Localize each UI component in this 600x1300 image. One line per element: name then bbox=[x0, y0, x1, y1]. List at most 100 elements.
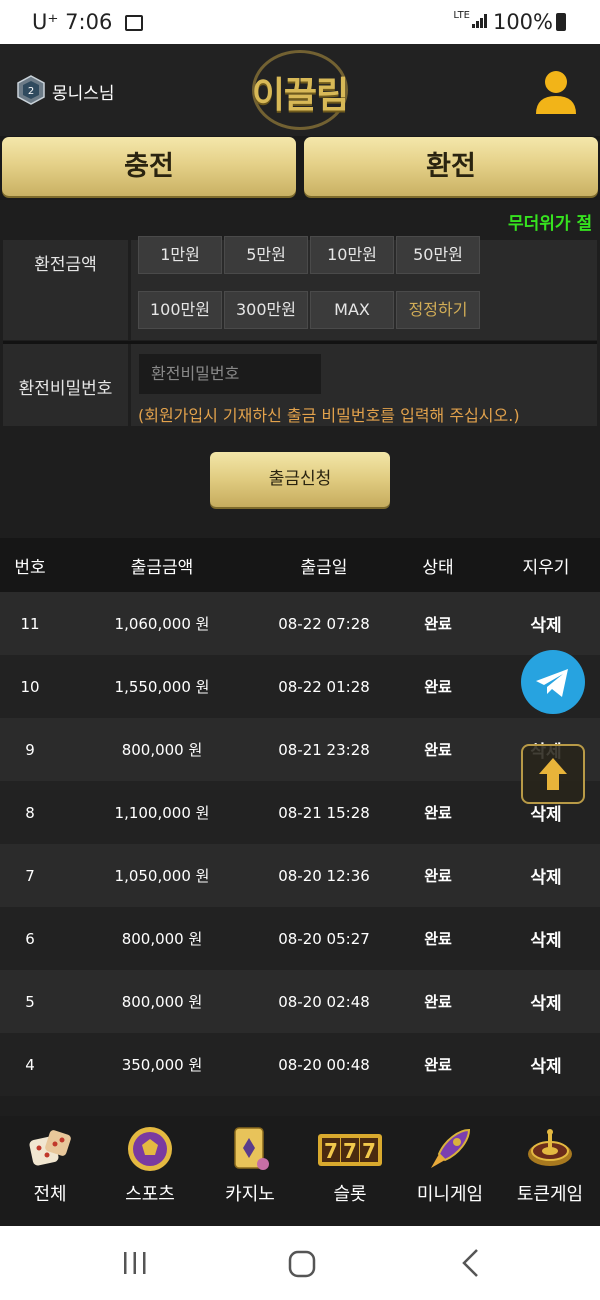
row-status: 완료 bbox=[424, 741, 452, 759]
row-amount: 1,060,000 원 bbox=[114, 615, 210, 633]
signal-icon bbox=[472, 14, 488, 32]
home-icon[interactable] bbox=[288, 1250, 316, 1278]
table-row: 8 1,100,000 원 08-21 15:28 완료 삭제 bbox=[0, 781, 600, 844]
row-status: 완료 bbox=[424, 804, 452, 822]
table-row: 4 350,000 원 08-20 00:48 완료 삭제 bbox=[0, 1033, 600, 1096]
amount-button-10k[interactable]: 1만원 bbox=[138, 236, 222, 274]
row-number: 8 bbox=[25, 803, 35, 822]
gallery-notification-icon bbox=[125, 15, 144, 31]
telegram-icon bbox=[536, 669, 568, 697]
password-label-cell: 환전비밀번호 bbox=[3, 344, 128, 426]
header-delete: 지우기 bbox=[522, 557, 570, 578]
carrier-label: U⁺ bbox=[32, 10, 59, 34]
arrow-up-icon bbox=[539, 758, 567, 790]
amount-label-cell: 환전금액 bbox=[3, 240, 128, 340]
tab-exchange[interactable]: 환전 bbox=[304, 137, 598, 196]
row-delete-button[interactable]: 삭제 bbox=[492, 907, 600, 970]
table-row: 6 800,000 원 08-20 05:27 완료 삭제 bbox=[0, 907, 600, 970]
table-row: 5 800,000 원 08-20 02:48 완료 삭제 bbox=[0, 970, 600, 1033]
row-date: 08-20 05:27 bbox=[278, 929, 370, 948]
password-label: 환전비밀번호 bbox=[18, 379, 113, 399]
rank-badge-icon: 2 bbox=[17, 75, 45, 105]
table-row: 7 1,050,000 원 08-20 12:36 완료 삭제 bbox=[0, 844, 600, 907]
nav-sports[interactable]: 스포츠 bbox=[100, 1116, 200, 1226]
status-bar: U⁺ 7:06 LTE 100% bbox=[0, 0, 600, 44]
svg-text:7: 7 bbox=[324, 1139, 338, 1163]
password-hint: (회원가입시 기재하신 출금 비밀번호를 입력해 주십시오.) bbox=[138, 406, 520, 425]
row-delete-button[interactable]: 삭제 bbox=[492, 1033, 600, 1096]
back-icon[interactable] bbox=[460, 1248, 482, 1278]
lte-indicator: LTE bbox=[453, 10, 470, 21]
row-number: 11 bbox=[20, 614, 40, 633]
soccer-ball-icon bbox=[128, 1127, 172, 1171]
row-status: 완료 bbox=[424, 993, 452, 1011]
row-delete-button[interactable]: 삭제 bbox=[492, 970, 600, 1033]
row-date: 08-20 02:48 bbox=[278, 992, 370, 1011]
nav-casino[interactable]: 카지노 bbox=[200, 1116, 300, 1226]
amount-button-3m[interactable]: 300만원 bbox=[224, 291, 308, 329]
row-delete-button[interactable]: 삭제 bbox=[492, 592, 600, 655]
row-amount: 1,100,000 원 bbox=[114, 804, 210, 822]
withdraw-request-button[interactable]: 출금신청 bbox=[210, 452, 390, 507]
slot-777-icon: 7 7 7 bbox=[318, 1134, 382, 1166]
row-date: 08-21 15:28 bbox=[278, 803, 370, 822]
nav-slot-label: 슬롯 bbox=[333, 1184, 367, 1205]
row-amount: 1,050,000 원 bbox=[114, 867, 210, 885]
row-date: 08-20 12:36 bbox=[278, 866, 370, 885]
row-status: 완료 bbox=[424, 615, 452, 633]
amount-buttons: 1만원 5만원 10만원 50만원 100만원 300만원 MAX 정정하기 bbox=[131, 236, 597, 340]
password-body: 환전비밀번호 (회원가입시 기재하신 출금 비밀번호를 입력해 주십시오.) bbox=[131, 344, 597, 426]
tab-charge[interactable]: 충전 bbox=[2, 137, 296, 196]
recent-apps-icon[interactable] bbox=[122, 1250, 148, 1276]
row-status: 완료 bbox=[424, 930, 452, 948]
nav-tokengame-label: 토큰게임 bbox=[516, 1184, 584, 1205]
row-date: 08-22 07:28 bbox=[278, 614, 370, 633]
withdraw-password-input[interactable]: 환전비밀번호 bbox=[139, 354, 321, 394]
battery-icon bbox=[556, 13, 566, 31]
bottom-nav: 전체 스포츠 카지노 7 7 7 슬롯 미니게임 토큰게임 bbox=[0, 1116, 600, 1226]
header-status: 상태 bbox=[422, 557, 454, 578]
top-bar: 2 몽니스님 이끌림 bbox=[0, 44, 600, 136]
nav-tokengame[interactable]: 토큰게임 bbox=[500, 1116, 600, 1226]
rocket-icon bbox=[431, 1128, 471, 1168]
status-right: 100% bbox=[493, 10, 566, 34]
logo-text: 이끌림 bbox=[251, 75, 349, 116]
header-date: 출금일 bbox=[300, 557, 348, 578]
telegram-button[interactable] bbox=[521, 650, 585, 714]
amount-button-50k[interactable]: 5만원 bbox=[224, 236, 308, 274]
nav-slot[interactable]: 7 7 7 슬롯 bbox=[300, 1116, 400, 1226]
row-status: 완료 bbox=[424, 867, 452, 885]
nav-sports-label: 스포츠 bbox=[125, 1184, 175, 1205]
row-amount: 350,000 원 bbox=[121, 1056, 203, 1074]
nav-minigame[interactable]: 미니게임 bbox=[400, 1116, 500, 1226]
table-row: 11 1,060,000 원 08-22 07:28 완료 삭제 bbox=[0, 592, 600, 655]
header-amount: 출금금액 bbox=[130, 557, 194, 578]
amount-button-max[interactable]: MAX bbox=[310, 291, 394, 329]
table-header: 번호 출금금액 출금일 상태 지우기 bbox=[0, 538, 600, 592]
reset-amount-button[interactable]: 정정하기 bbox=[396, 291, 480, 329]
row-number: 6 bbox=[25, 929, 35, 948]
marquee-text: 무더위가 절 bbox=[508, 214, 593, 234]
battery-percent: 100% bbox=[492, 10, 553, 34]
roulette-icon bbox=[528, 1129, 572, 1166]
row-number: 4 bbox=[25, 1055, 35, 1074]
row-number: 7 bbox=[25, 866, 35, 885]
site-logo[interactable]: 이끌림 bbox=[240, 48, 360, 132]
amount-button-1m[interactable]: 100만원 bbox=[138, 291, 222, 329]
amount-label: 환전금액 bbox=[34, 255, 97, 275]
row-status: 완료 bbox=[424, 1056, 452, 1074]
row-delete-button[interactable]: 삭제 bbox=[492, 844, 600, 907]
row-number: 5 bbox=[25, 992, 35, 1011]
username: 몽니스님 bbox=[52, 84, 115, 104]
notice-marquee: 무더위가 절 bbox=[0, 200, 600, 240]
row-number: 9 bbox=[25, 740, 35, 759]
table-row: 9 800,000 원 08-21 23:28 완료 삭제 bbox=[0, 718, 600, 781]
nav-casino-label: 카지노 bbox=[225, 1184, 275, 1205]
tab-bar: 충전 환전 bbox=[0, 136, 600, 200]
scroll-to-top-button[interactable] bbox=[521, 744, 585, 804]
nav-all[interactable]: 전체 bbox=[0, 1116, 100, 1226]
amount-button-500k[interactable]: 50만원 bbox=[396, 236, 480, 274]
dice-icon bbox=[29, 1130, 71, 1166]
amount-button-100k[interactable]: 10만원 bbox=[310, 236, 394, 274]
profile-icon[interactable] bbox=[534, 68, 578, 116]
